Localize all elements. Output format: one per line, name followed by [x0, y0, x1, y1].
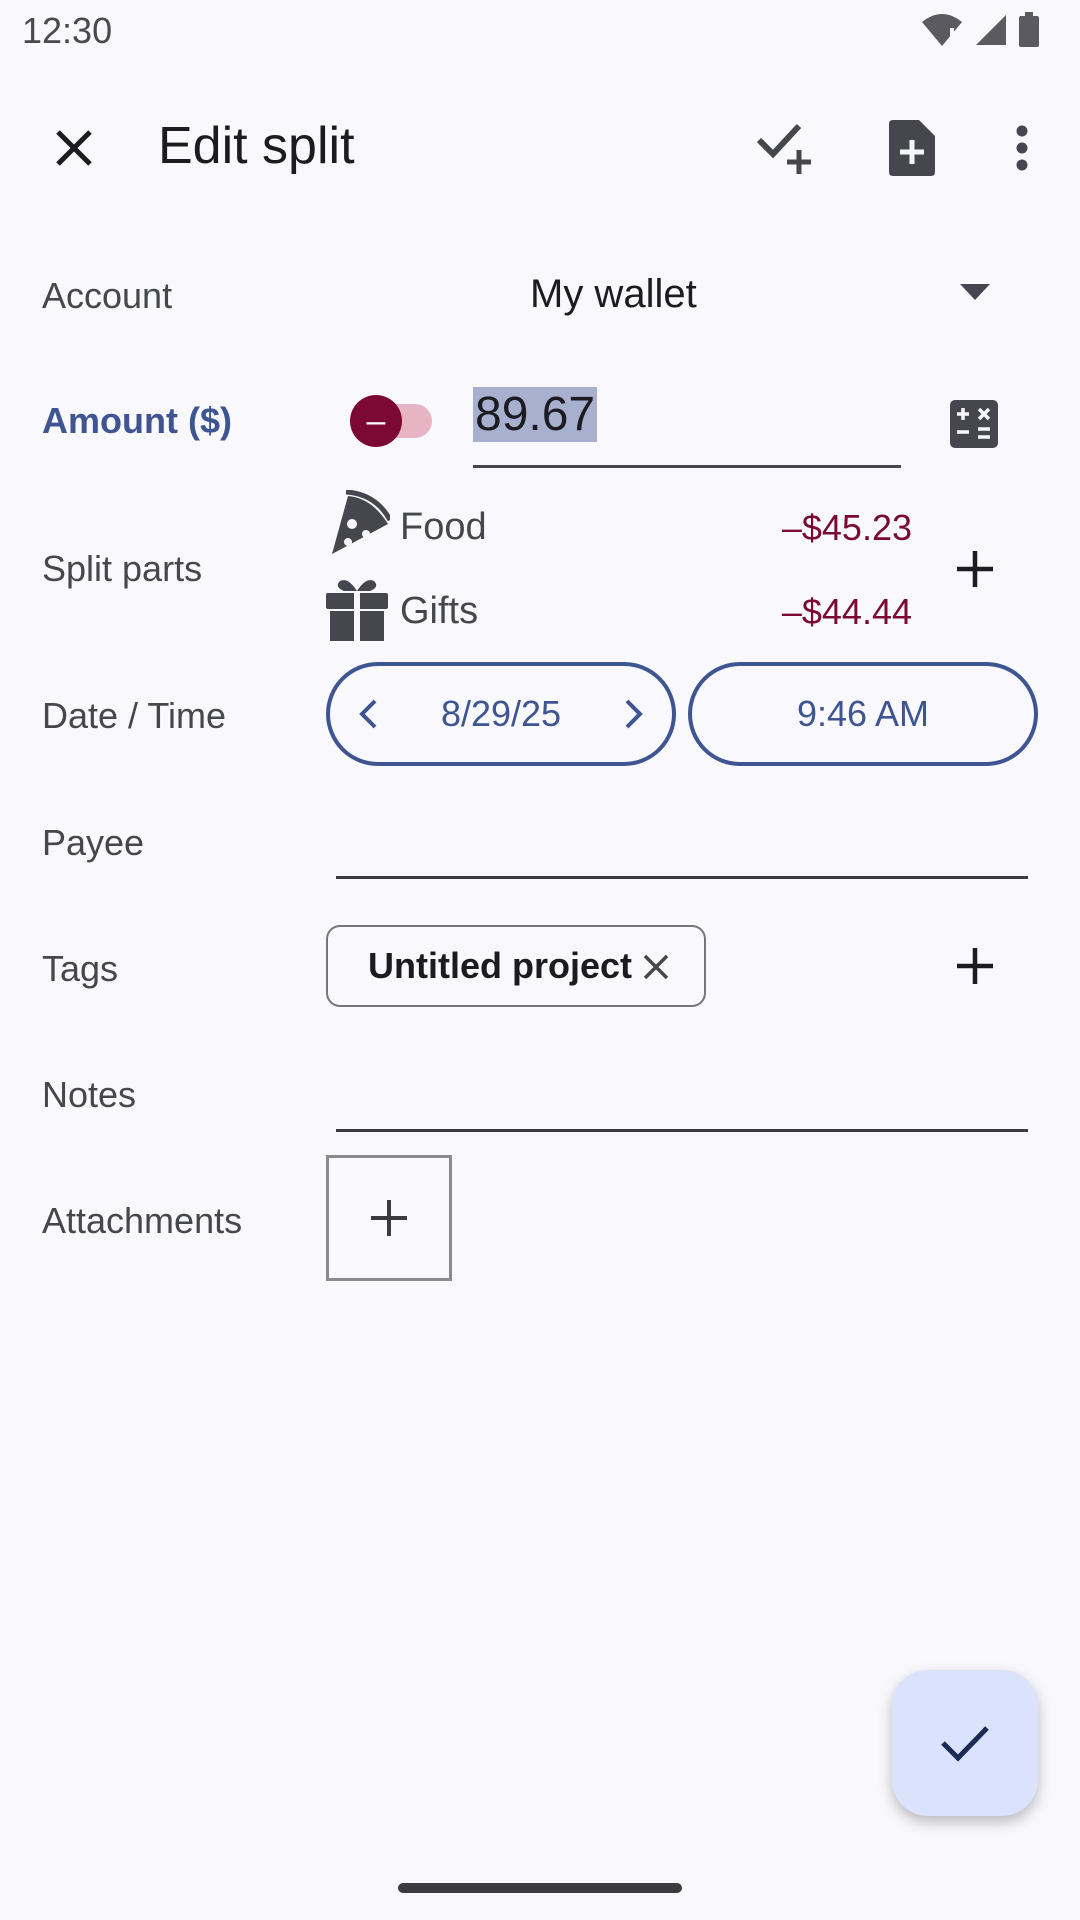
attachments-label: Attachments: [42, 1200, 243, 1241]
add-tag-button[interactable]: [950, 941, 1000, 991]
close-icon: [56, 130, 92, 166]
cell-signal-icon: [976, 15, 1006, 45]
new-from-template-button[interactable]: [876, 112, 948, 184]
split-amount[interactable]: –$44.44: [712, 591, 912, 633]
tag-chip[interactable]: Untitled project: [326, 925, 706, 1007]
gesture-nav-handle[interactable]: [398, 1883, 682, 1893]
account-label: Account: [42, 275, 173, 316]
add-attachment-button[interactable]: [326, 1155, 452, 1281]
plus-icon: [957, 551, 993, 587]
account-select[interactable]: My wallet: [530, 272, 697, 317]
split-category[interactable]: Food: [400, 506, 487, 549]
gift-icon: [326, 580, 388, 641]
save-and-new-button[interactable]: [748, 112, 820, 184]
chevron-right-icon: [625, 699, 643, 729]
amount-label: Amount ($): [42, 400, 232, 441]
check-plus-icon: [756, 123, 811, 174]
previous-date-button[interactable]: [348, 692, 388, 736]
save-fab[interactable]: [892, 1670, 1038, 1816]
split-part-row[interactable]: [326, 490, 390, 556]
split-part-row[interactable]: [326, 577, 388, 641]
status-time: 12:30: [22, 10, 113, 51]
split-amount[interactable]: –$45.23: [712, 507, 912, 549]
split-category[interactable]: Gifts: [400, 590, 478, 633]
plus-icon: [371, 1200, 407, 1236]
date-time-label: Date / Time: [42, 695, 227, 736]
dropdown-arrow-icon: [960, 284, 990, 300]
more-vert-icon: [1016, 125, 1028, 171]
close-button[interactable]: [40, 114, 108, 182]
plus-icon: [957, 948, 993, 984]
tags-label: Tags: [42, 948, 119, 989]
remove-tag-button[interactable]: [638, 949, 674, 985]
battery-icon: [1019, 12, 1039, 47]
tag-chip-label: Untitled project: [368, 945, 633, 986]
more-options-button[interactable]: [1000, 112, 1044, 184]
amount-value: 89.67: [473, 387, 598, 442]
add-split-part-button[interactable]: [950, 544, 1000, 594]
calculator-button[interactable]: [944, 394, 1004, 454]
chevron-left-icon: [359, 699, 377, 729]
notes-label: Notes: [42, 1074, 137, 1115]
page-title: Edit split: [158, 117, 355, 175]
time-button[interactable]: 9:46 AM: [688, 662, 1038, 766]
pizza-icon: [332, 490, 390, 554]
payee-label: Payee: [42, 822, 145, 863]
account-dropdown[interactable]: [960, 284, 990, 302]
calculator-icon: [950, 400, 998, 448]
amount-input[interactable]: 89.67: [473, 383, 901, 468]
close-icon: [643, 954, 669, 980]
note-plus-icon: [889, 120, 935, 176]
date-pill: 8/29/25: [326, 662, 676, 766]
notes-input[interactable]: [336, 1129, 1028, 1132]
next-date-button[interactable]: [614, 692, 654, 736]
status-icons: [920, 12, 1040, 48]
date-button[interactable]: 8/29/25: [441, 693, 561, 735]
check-icon: [941, 1726, 989, 1762]
split-parts-label: Split parts: [42, 548, 203, 589]
payee-input[interactable]: [336, 876, 1028, 879]
sign-toggle-thumb[interactable]: –: [350, 395, 402, 447]
wifi-icon: [922, 14, 962, 46]
